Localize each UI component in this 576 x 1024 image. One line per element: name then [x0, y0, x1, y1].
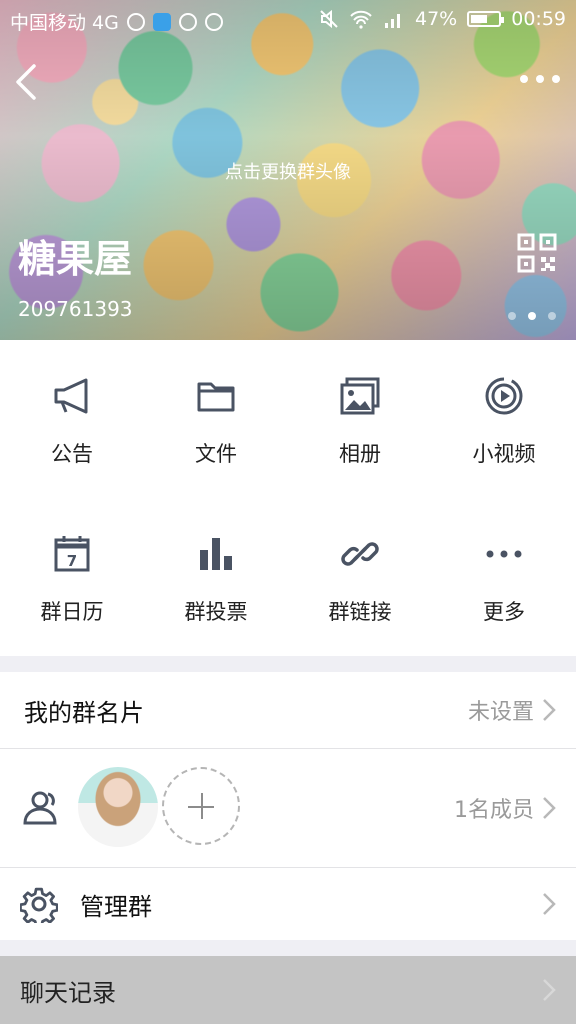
members-row[interactable]: 1名成员 [0, 749, 576, 867]
group-header: 中国移动 4G 47% 00:59 点击更换群头像 糖果屋 209761393 [0, 0, 576, 340]
chat-history-label: 聊天记录 [20, 978, 116, 1007]
feature-vote[interactable]: 群投票 [144, 498, 288, 656]
group-id: 209761393 [18, 297, 133, 321]
link-icon [341, 542, 379, 566]
chevron-right-icon [543, 699, 556, 721]
header-pager [508, 312, 556, 320]
battery-percent: 47% [415, 8, 458, 30]
manage-group-label: 管理群 [80, 892, 152, 921]
my-group-card-value: 未设置 [467, 700, 534, 725]
status-bar: 中国移动 4G 47% 00:59 [0, 0, 576, 40]
feature-label: 群投票 [184, 600, 248, 624]
sync-notification-icon [178, 12, 197, 31]
feature-label: 公告 [51, 442, 93, 466]
chevron-right-icon [543, 979, 556, 1001]
my-group-card-row[interactable]: 我的群名片 未设置 [0, 672, 576, 748]
feature-more[interactable]: 更多 [432, 498, 576, 656]
gear-icon [20, 887, 58, 923]
member-avatar[interactable] [78, 767, 158, 847]
more-options-icon[interactable] [520, 72, 560, 86]
feature-files[interactable]: 文件 [144, 340, 288, 498]
feature-announcement[interactable]: 公告 [0, 340, 144, 498]
chat-notification-icon [126, 12, 145, 31]
calendar-icon: 7 [54, 536, 90, 572]
group-name: 糖果屋 [18, 237, 133, 281]
chat-history-row[interactable]: 聊天记录 [0, 956, 576, 1024]
feature-calendar[interactable]: 7 群日历 [0, 498, 144, 656]
feature-label: 文件 [195, 442, 237, 466]
change-avatar-hint[interactable]: 点击更换群头像 [0, 158, 576, 184]
clock: 00:59 [511, 8, 566, 30]
qr-code-icon[interactable] [516, 232, 558, 274]
album-icon [340, 377, 380, 415]
signal-icon [385, 14, 400, 28]
feature-label: 小视频 [472, 442, 536, 466]
battery-icon [467, 11, 505, 27]
folder-icon [197, 382, 235, 412]
add-member-button[interactable] [162, 767, 240, 845]
qq-notification-icon [152, 12, 171, 31]
carrier-label: 中国移动 4G [10, 12, 119, 34]
feature-link[interactable]: 群链接 [288, 498, 432, 656]
feature-album[interactable]: 相册 [288, 340, 432, 498]
chevron-right-icon [543, 797, 556, 819]
back-icon[interactable] [12, 62, 40, 102]
manage-group-row[interactable]: 管理群 [0, 868, 576, 940]
my-group-card-label: 我的群名片 [24, 698, 144, 727]
security-notification-icon [204, 12, 223, 31]
feature-label: 群日历 [40, 600, 104, 624]
feature-label: 群链接 [328, 600, 392, 624]
members-icon [23, 791, 57, 825]
mute-icon [320, 9, 338, 29]
feature-grid: 公告 文件 相册 小视频 7 群日历 群投票 群链接 更多 [0, 340, 576, 656]
feature-label: 相册 [339, 442, 381, 466]
bar-chart-icon [200, 538, 232, 570]
megaphone-icon [54, 378, 88, 414]
feature-short-video[interactable]: 小视频 [432, 340, 576, 498]
video-icon [485, 377, 523, 415]
more-icon [486, 550, 522, 558]
chevron-right-icon [543, 893, 556, 915]
calendar-day: 7 [67, 552, 77, 570]
member-count: 1名成员 [454, 798, 534, 823]
feature-label: 更多 [483, 600, 525, 624]
wifi-icon [350, 10, 372, 29]
